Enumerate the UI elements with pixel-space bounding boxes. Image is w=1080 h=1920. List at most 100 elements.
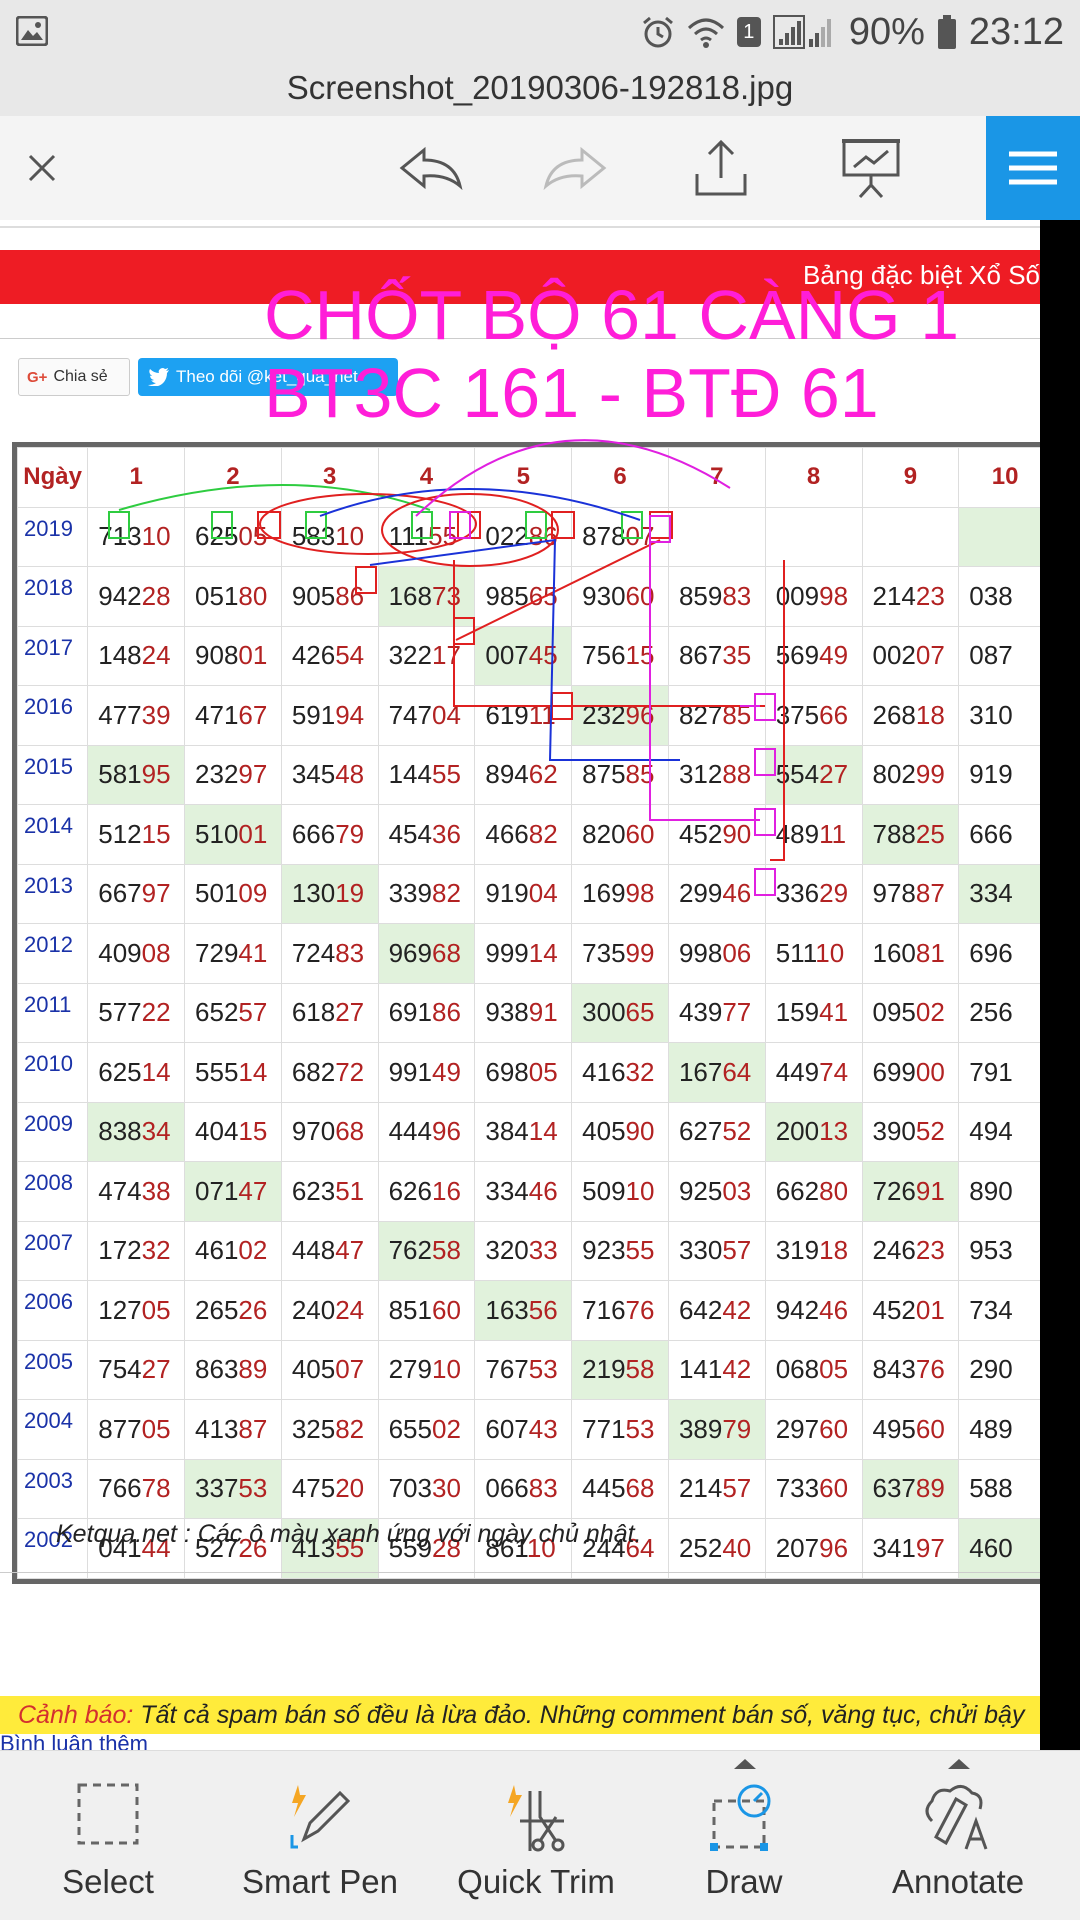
result-cell: 56949 (764, 625, 863, 686)
result-cell: 85983 (667, 566, 766, 627)
table-row: 2005 75427 86389 40507 27910 76753 21958 14142 0… (16, 1339, 1040, 1400)
draw-tool-button[interactable]: Draw (636, 1751, 852, 1920)
share-button[interactable] (676, 116, 766, 220)
result-last-two: 15 (238, 1116, 268, 1147)
tool-label: Smart Pen (242, 1863, 398, 1900)
web-page-content[interactable]: Bảng đặc biệt Xổ Số G+ Chia sẻ Theo dõi … (0, 220, 1040, 1750)
result-cell: 31918 (764, 1220, 863, 1281)
result-cell (958, 506, 1040, 567)
result-cell: 45290 (667, 804, 766, 865)
result-last-two: 40 (722, 1532, 752, 1563)
result-prefix: 682 (291, 1056, 336, 1087)
result-cell: 09502 (861, 982, 960, 1043)
redo-icon (543, 146, 607, 190)
result-prefix: 087 (969, 640, 1013, 671)
result-cell: 77153 (571, 1399, 669, 1460)
undo-icon (399, 146, 463, 190)
result-cell: 65502 (377, 1399, 476, 1460)
draw-icon (710, 1784, 771, 1851)
result-cell: 75427 (87, 1339, 186, 1400)
close-icon (28, 154, 56, 182)
result-last-two: 76 (625, 1294, 655, 1325)
result-last-two: 80 (238, 580, 268, 611)
result-cell: 489 (958, 1399, 1040, 1460)
result-prefix: 416 (582, 1056, 626, 1087)
divider (0, 226, 1040, 228)
result-last-two: 97 (915, 1532, 945, 1563)
clock-time: 23:12 (968, 10, 1064, 53)
menu-button[interactable] (986, 116, 1080, 220)
result-cell: 99806 (667, 923, 766, 984)
result-last-two: 95 (141, 759, 171, 790)
result-cell: 290 (958, 1339, 1040, 1400)
result-last-two: 36 (431, 818, 461, 849)
result-prefix: 637 (872, 1473, 916, 1504)
result-cell: 92355 (571, 1220, 669, 1281)
result-cell: 58310 (280, 506, 379, 567)
result-last-two: 68 (335, 1116, 365, 1147)
result-prefix: 471 (195, 699, 239, 730)
result-last-two: 00 (915, 1056, 945, 1087)
result-prefix: 452 (678, 818, 723, 849)
result-cell: 14142 (667, 1339, 766, 1400)
result-last-two: 64 (722, 1056, 752, 1087)
result-cell: 460 (958, 1518, 1040, 1579)
result-last-two: 29 (819, 878, 849, 909)
close-button[interactable] (0, 116, 84, 220)
result-prefix: 159 (775, 997, 820, 1028)
result-prefix: 477 (98, 699, 142, 730)
result-prefix: 141 (678, 1354, 723, 1385)
result-prefix: 942 (775, 1294, 820, 1325)
signal-icon (772, 15, 831, 49)
result-cell: 86735 (667, 625, 766, 686)
smart-pen-tool-button[interactable]: Smart Pen (212, 1751, 428, 1920)
annotate-tool-button[interactable]: Annotate (850, 1751, 1066, 1920)
result-last-two: 32 (625, 1056, 655, 1087)
more-comments-link[interactable]: Bình luận thêm (0, 1734, 148, 1750)
result-cell: 20796 (764, 1518, 863, 1579)
result-cell: 51001 (184, 804, 282, 865)
presentation-button[interactable] (826, 116, 916, 220)
result-cell: 26526 (184, 1280, 282, 1341)
quick-trim-tool-button[interactable]: Quick Trim (428, 1751, 644, 1920)
result-last-two: 05 (141, 1294, 171, 1325)
overlay-text-line-1: CHỐT BỘ 61 CÀNG 1 (264, 276, 960, 354)
result-prefix: 095 (872, 997, 916, 1028)
result-last-two: 86 (528, 521, 558, 552)
results-table: Ngày 1 2 3 4 5 6 7 8 9 10 2019 71310 62505 58310 11155… (16, 447, 1040, 1579)
table-row: 2012 40908 72941 72483 96968 99914 73599 99806 5… (16, 923, 1040, 984)
result-last-two: 02 (238, 1235, 268, 1266)
header-column: 3 (280, 447, 379, 508)
result-prefix: 495 (872, 1413, 916, 1444)
result-cell: 62514 (87, 1042, 186, 1103)
result-prefix: 325 (291, 1413, 336, 1444)
alarm-icon (642, 16, 673, 48)
result-prefix: 449 (775, 1056, 820, 1087)
results-table-container: Ngày 1 2 3 4 5 6 7 8 9 10 2019 71310 62505 58310 11155… (12, 442, 1040, 1584)
result-prefix: 863 (195, 1354, 239, 1385)
result-cell: 69186 (377, 982, 476, 1043)
result-last-two: 22 (141, 997, 171, 1028)
google-share-button[interactable]: G+ Chia sẻ (18, 358, 130, 396)
result-cell: 83834 (87, 1101, 186, 1162)
table-row: 2014 51215 51001 66679 45436 46682 82060 45290 4… (16, 804, 1040, 865)
header-column: 2 (184, 447, 282, 508)
result-cell: 85160 (377, 1280, 476, 1341)
result-prefix: 389 (678, 1413, 723, 1444)
result-last-two: 79 (335, 818, 365, 849)
result-last-two: 05 (141, 1413, 171, 1444)
result-prefix: 384 (485, 1116, 529, 1147)
result-last-two: 19 (335, 878, 365, 909)
result-last-two: 66 (819, 699, 849, 730)
result-cell: 734 (958, 1280, 1040, 1341)
redo-button[interactable] (530, 116, 620, 220)
hamburger-menu-icon (1009, 151, 1057, 185)
result-prefix: 877 (98, 1413, 142, 1444)
result-cell: 69805 (474, 1042, 573, 1103)
select-tool-button[interactable]: Select (0, 1751, 216, 1920)
result-prefix: 111 (388, 521, 429, 552)
undo-button[interactable] (386, 116, 476, 220)
result-prefix: 747 (388, 699, 432, 730)
result-prefix: 511 (775, 937, 816, 968)
result-last-two: 08 (141, 937, 171, 968)
